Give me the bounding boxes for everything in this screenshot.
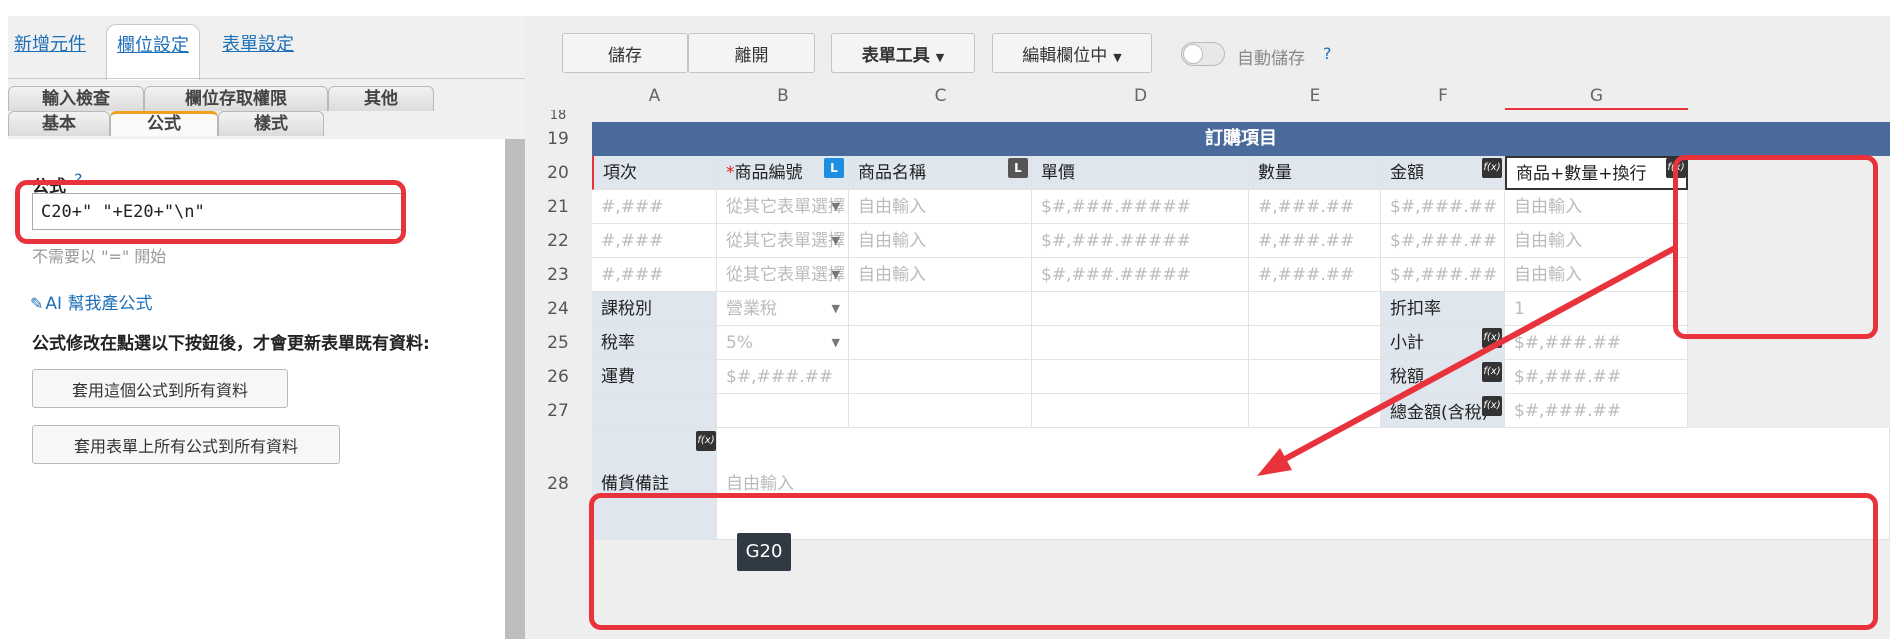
arrow-shaft: [1269, 245, 1678, 469]
arrow-head: [1257, 448, 1292, 476]
annotation-arrow: [1257, 245, 1678, 476]
